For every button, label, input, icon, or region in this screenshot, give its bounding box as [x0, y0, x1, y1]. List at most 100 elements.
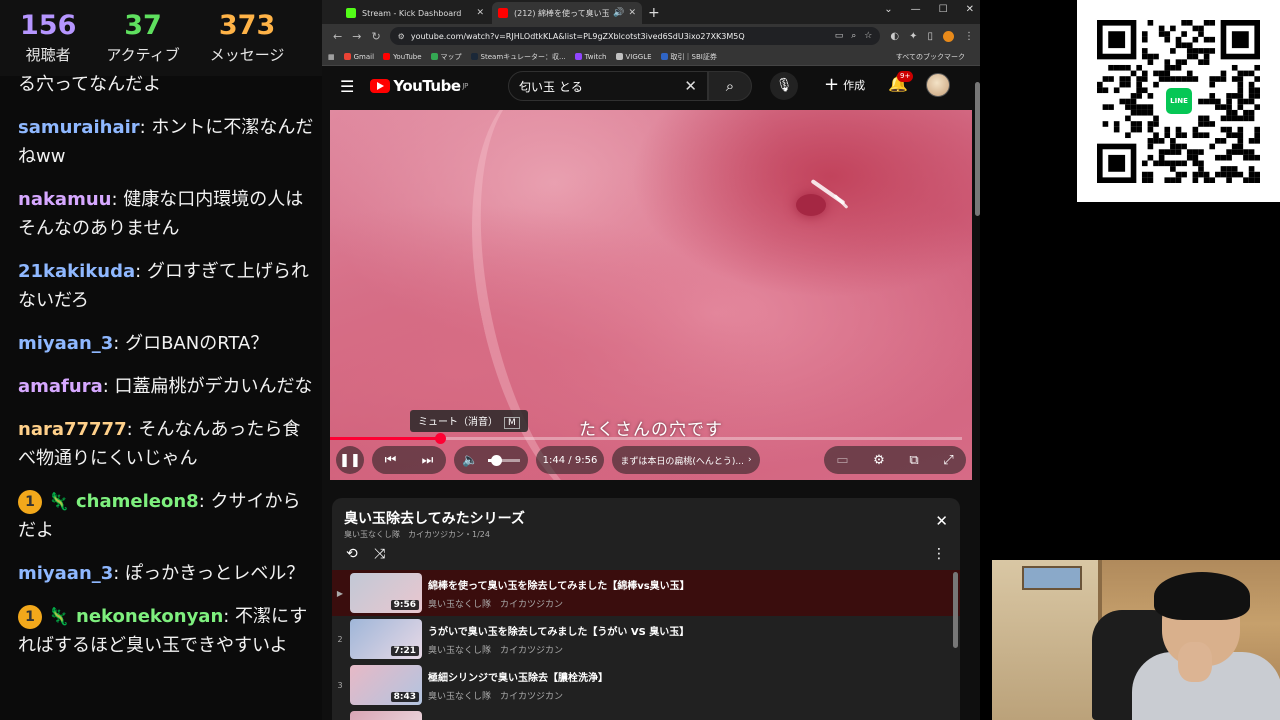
close-tab-icon[interactable]: ✕	[628, 8, 636, 18]
zoom-icon[interactable]: ⌕	[851, 31, 856, 41]
bookmark-item[interactable]: VIGGLE	[615, 53, 652, 61]
bookmark-item[interactable]: Steamキュレーター：収...	[470, 52, 566, 62]
playlist-item-meta: 綿棒を使って臭い玉を除去してみました【綿棒vs臭い玉】 臭い玉なくし隊 カイカツジ…	[428, 577, 690, 610]
all-bookmarks-button[interactable]: すべてのブックマーク	[896, 52, 965, 62]
menu-icon[interactable]: ⋮	[964, 31, 974, 42]
voice-search-button[interactable]: 🎙	[770, 72, 798, 100]
progress-bar[interactable]	[330, 433, 962, 444]
tab-youtube[interactable]: (212) 綿棒を使って臭い玉を除去 🔊 ✕	[492, 2, 642, 24]
forward-icon[interactable]: →	[352, 30, 361, 43]
bookmark-item[interactable]: Gmail	[343, 53, 374, 61]
video-thumbnail[interactable]	[350, 711, 422, 720]
channel-name[interactable]: 臭い玉なくし隊 カイカツジカン	[428, 597, 690, 610]
progress-scrubber[interactable]	[434, 433, 446, 444]
playlist-item[interactable]: 3 8:43 極細シリンジで臭い玉除去【膿栓洗浄】 臭い玉なくし隊 カイカツジカン	[332, 662, 960, 708]
sidepanel-icon[interactable]: ▯	[927, 31, 933, 42]
volume-slider[interactable]	[488, 454, 520, 466]
back-icon[interactable]: ←	[333, 30, 342, 43]
chat-username[interactable]: nakamuu	[18, 189, 111, 210]
create-button[interactable]: + 作成	[824, 76, 865, 94]
new-tab-button[interactable]: +	[648, 2, 660, 24]
playlist-item[interactable]: ▶ 9:56 綿棒を使って臭い玉を除去してみました【綿棒vs臭い玉】 臭い玉なくし隊 …	[332, 570, 960, 616]
channel-name[interactable]: 臭い玉なくし隊 カイカツジカン	[428, 689, 608, 702]
video-thumbnail[interactable]: 8:43	[350, 665, 422, 705]
pause-button[interactable]: ❚❚	[336, 446, 364, 474]
bookmark-item[interactable]: YouTube	[383, 53, 422, 61]
search-button[interactable]: ⌕	[708, 71, 752, 101]
more-options-icon[interactable]: ⋮	[932, 546, 946, 562]
youtube-logo[interactable]: YouTube JP	[370, 77, 469, 95]
captions-icon[interactable]: ▭	[836, 453, 848, 468]
account-avatar[interactable]	[926, 73, 950, 97]
star-icon[interactable]: ☆	[864, 31, 872, 41]
bookmark-item[interactable]: Twitch	[574, 53, 607, 61]
profile-avatar[interactable]	[943, 30, 954, 42]
close-playlist-icon[interactable]: ✕	[935, 512, 948, 530]
qr-module	[1198, 121, 1204, 127]
chat-username[interactable]: miyaan_3	[18, 333, 113, 354]
bookmark-item[interactable]: マップ	[430, 52, 462, 62]
qr-module	[1248, 149, 1255, 155]
video-title[interactable]: 極細シリンジで臭い玉除去【膿栓洗浄】	[428, 669, 608, 684]
loop-icon[interactable]: ⟲	[346, 546, 358, 562]
region-code: JP	[462, 82, 469, 90]
site-info-icon[interactable]: ⚙	[398, 32, 405, 41]
playlist-item[interactable]: 2 7:21 うがいで臭い玉を除去してみました【うがい VS 臭い玉】 臭い玉なくし隊…	[332, 616, 960, 662]
settings-icon[interactable]: ⚙	[873, 453, 885, 468]
volume-icon[interactable]: 🔈	[462, 453, 478, 468]
url-text[interactable]: youtube.com/watch?v=RJHLOdtkKLA&list=PL9…	[411, 32, 827, 41]
close-tab-icon[interactable]: ✕	[476, 8, 484, 18]
minimize-button[interactable]: —	[911, 4, 921, 15]
fullscreen-icon[interactable]: ⤢	[943, 453, 953, 468]
qr-module	[1198, 115, 1204, 122]
address-bar[interactable]: ⚙ youtube.com/watch?v=RJHLOdtkKLA&list=P…	[389, 27, 881, 45]
bookmark-item[interactable]: 取引｜SBI証券	[660, 52, 717, 62]
search-input[interactable]: 匂い玉 とる ✕	[508, 71, 708, 101]
qr-module	[1175, 132, 1182, 139]
close-window-button[interactable]: ✕	[966, 4, 974, 15]
playlist-item[interactable]: 4臭い玉はどこにくくれているのか？【後編 扁桃腺の深さを調べてみました】	[332, 708, 960, 720]
chapter-button[interactable]: まずは本日の扁桃(へんとう)... ›	[612, 446, 760, 474]
qr-module	[1231, 93, 1238, 99]
apps-icon[interactable]: ▦	[328, 53, 335, 61]
qr-module	[1203, 121, 1210, 127]
chat-username[interactable]: samuraihair	[18, 117, 140, 138]
chat-username[interactable]: nekonekonyan	[76, 606, 223, 627]
previous-icon[interactable]: ⏮	[385, 453, 397, 468]
video-player[interactable]: ミュート（消音） M たくさんの穴です ❚❚ ⏮ ⏭ 🔈 1:44 / 9:56…	[330, 110, 972, 480]
reload-icon[interactable]: ↻	[371, 30, 380, 43]
shuffle-icon[interactable]: ⤨	[374, 546, 385, 562]
qr-module	[1248, 81, 1255, 88]
hamburger-menu-icon[interactable]: ☰	[340, 77, 354, 96]
tab-kick-dashboard[interactable]: Stream - Kick Dashboard ✕	[340, 2, 490, 24]
video-title[interactable]: うがいで臭い玉を除去してみました【うがい VS 臭い玉】	[428, 623, 689, 638]
speaker-icon[interactable]: 🔊	[613, 8, 624, 18]
page-scrollbar[interactable]	[975, 82, 980, 216]
puzzle-icon[interactable]: ✦	[909, 31, 917, 42]
video-thumbnail[interactable]: 9:56	[350, 573, 422, 613]
chevron-down-icon[interactable]: ⌄	[884, 4, 892, 15]
message-count: 373 メッセージ	[210, 10, 285, 76]
notifications-button[interactable]: 🔔 9+	[888, 71, 914, 93]
qr-module	[1130, 121, 1137, 127]
chat-username[interactable]: amafura	[18, 376, 103, 397]
chat-username[interactable]: chameleon8	[76, 491, 199, 512]
maximize-button[interactable]: ☐	[939, 4, 948, 15]
channel-name[interactable]: 臭い玉なくし隊 カイカツジカン	[428, 643, 689, 656]
volume-knob[interactable]	[491, 454, 503, 466]
qr-module	[1186, 53, 1193, 60]
miniplayer-icon[interactable]: ⧉	[909, 453, 918, 468]
video-thumbnail[interactable]: 7:21	[350, 619, 422, 659]
qr-module	[1141, 48, 1148, 54]
next-icon[interactable]: ⏭	[422, 453, 434, 468]
playlist-scrollbar[interactable]	[953, 572, 958, 648]
cast-icon[interactable]: ▭	[835, 31, 844, 41]
clear-search-icon[interactable]: ✕	[684, 77, 697, 95]
chat-username[interactable]: 21kakikuda	[18, 261, 135, 282]
chat-username[interactable]: nara77777	[18, 419, 127, 440]
search-query[interactable]: 匂い玉 とる	[519, 78, 684, 95]
video-title[interactable]: 綿棒を使って臭い玉を除去してみました【綿棒vs臭い玉】	[428, 577, 690, 592]
extension-icon[interactable]: ◐	[890, 31, 899, 42]
chat-username[interactable]: miyaan_3	[18, 563, 113, 584]
playlist-title[interactable]: 臭い玉除去してみたシリーズ	[344, 508, 525, 528]
